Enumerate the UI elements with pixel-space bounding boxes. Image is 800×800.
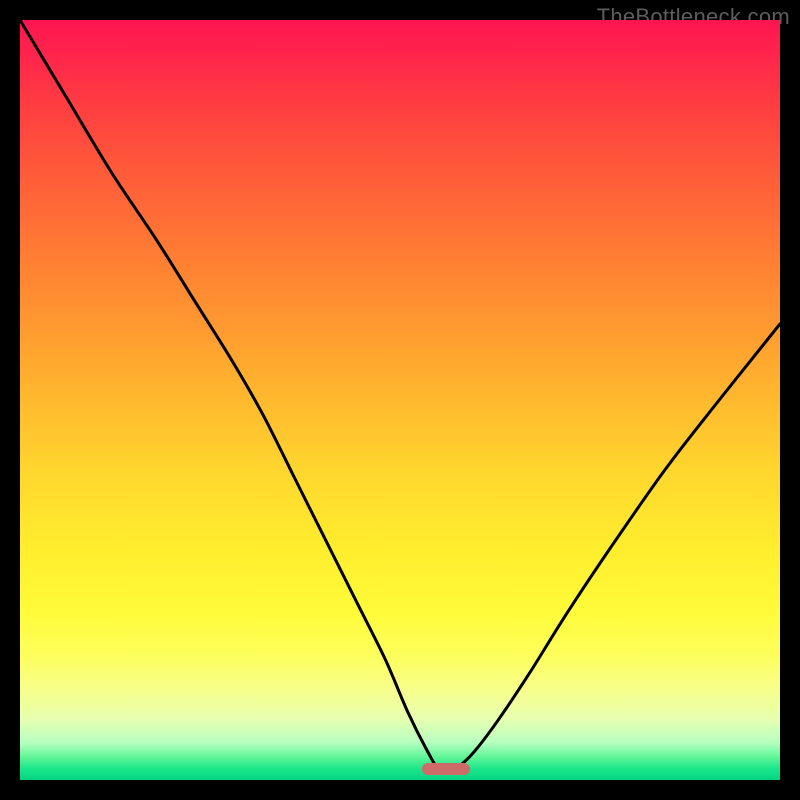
plot-area xyxy=(20,20,780,780)
bottleneck-curve xyxy=(20,20,780,770)
curve-svg xyxy=(20,20,780,780)
chart-frame: TheBottleneck.com xyxy=(0,0,800,800)
optimal-marker xyxy=(422,763,470,775)
